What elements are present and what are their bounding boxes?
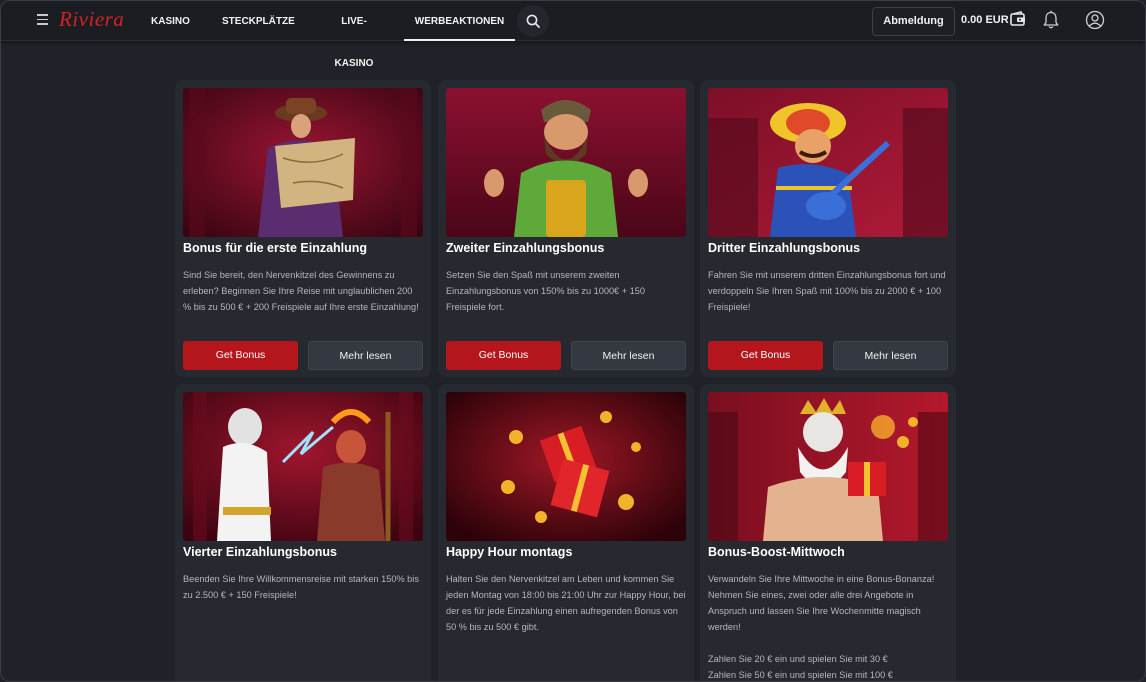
nav-kasino[interactable]: KASINO — [151, 1, 190, 41]
promo-description: Verwandeln Sie Ihre Mittwoche in eine Bo… — [708, 574, 935, 680]
app-window: Riviera KASINO STECKPLÄTZE LIVE-KASINO W… — [0, 0, 1146, 682]
bell-icon[interactable] — [1042, 10, 1060, 30]
promo-card-first-deposit: Bonus für die erste Einzahlung Sind Sie … — [175, 80, 431, 377]
promo-title: Dritter Einzahlungsbonus — [708, 241, 861, 255]
logout-button[interactable]: Abmeldung — [872, 7, 955, 36]
promo-image-explorer — [183, 88, 423, 237]
search-button[interactable] — [517, 5, 549, 37]
brand-logo[interactable]: Riviera — [59, 7, 124, 32]
promo-description: Halten Sie den Nervenkitzel am Leben und… — [446, 574, 686, 632]
promo-description: Beenden Sie Ihre Willkommensreise mit st… — [183, 574, 419, 600]
promo-card-second-deposit: Zweiter Einzahlungsbonus Setzen Sie den … — [438, 80, 694, 377]
promo-description: Sind Sie bereit, den Nervenkitzel des Ge… — [183, 270, 419, 312]
promo-image-mariachi — [708, 88, 948, 237]
menu-icon[interactable] — [37, 14, 48, 27]
nav-live-kasino[interactable]: LIVE-KASINO — [325, 1, 383, 69]
promo-image-lumberjack — [446, 88, 686, 237]
top-navigation-bar: Riviera KASINO STECKPLÄTZE LIVE-KASINO W… — [1, 1, 1145, 69]
promo-title: Happy Hour montags — [446, 545, 573, 559]
promo-image-gifts — [446, 392, 686, 541]
search-icon — [526, 14, 540, 28]
promo-description: Setzen Sie den Spaß mit unserem zweiten … — [446, 270, 645, 312]
promo-image-gods — [183, 392, 423, 541]
promo-card-fourth-deposit: Vierter Einzahlungsbonus Beenden Sie Ihr… — [175, 384, 431, 681]
read-more-button[interactable]: Mehr lesen — [833, 341, 948, 370]
promo-description: Fahren Sie mit unserem dritten Einzahlun… — [708, 270, 946, 312]
promo-title: Zweiter Einzahlungsbonus — [446, 241, 605, 255]
promo-title: Bonus für die erste Einzahlung — [183, 241, 368, 255]
account-balance: 0.00 EUR — [961, 14, 1009, 26]
promo-image-zeus-gift — [708, 392, 948, 541]
promo-title: Bonus-Boost-Mittwoch — [708, 545, 845, 559]
get-bonus-button[interactable]: Get Bonus — [708, 341, 823, 370]
promo-card-bonus-boost-wednesday: Bonus-Boost-Mittwoch Verwandeln Sie Ihre… — [700, 384, 956, 681]
get-bonus-button[interactable]: Get Bonus — [446, 341, 561, 370]
promo-card-third-deposit: Dritter Einzahlungsbonus Fahren Sie mit … — [700, 80, 956, 377]
read-more-button[interactable]: Mehr lesen — [308, 341, 423, 370]
wallet-icon[interactable] — [1010, 11, 1026, 27]
promo-card-happy-hour: Happy Hour montags Halten Sie den Nerven… — [438, 384, 694, 681]
nav-werbeaktionen[interactable]: WERBEAKTIONEN — [404, 1, 515, 41]
nav-steckplaetze[interactable]: STECKPLÄTZE — [222, 1, 295, 41]
promo-title: Vierter Einzahlungsbonus — [183, 545, 337, 559]
read-more-button[interactable]: Mehr lesen — [571, 341, 686, 370]
user-icon[interactable] — [1085, 10, 1105, 30]
get-bonus-button[interactable]: Get Bonus — [183, 341, 298, 370]
